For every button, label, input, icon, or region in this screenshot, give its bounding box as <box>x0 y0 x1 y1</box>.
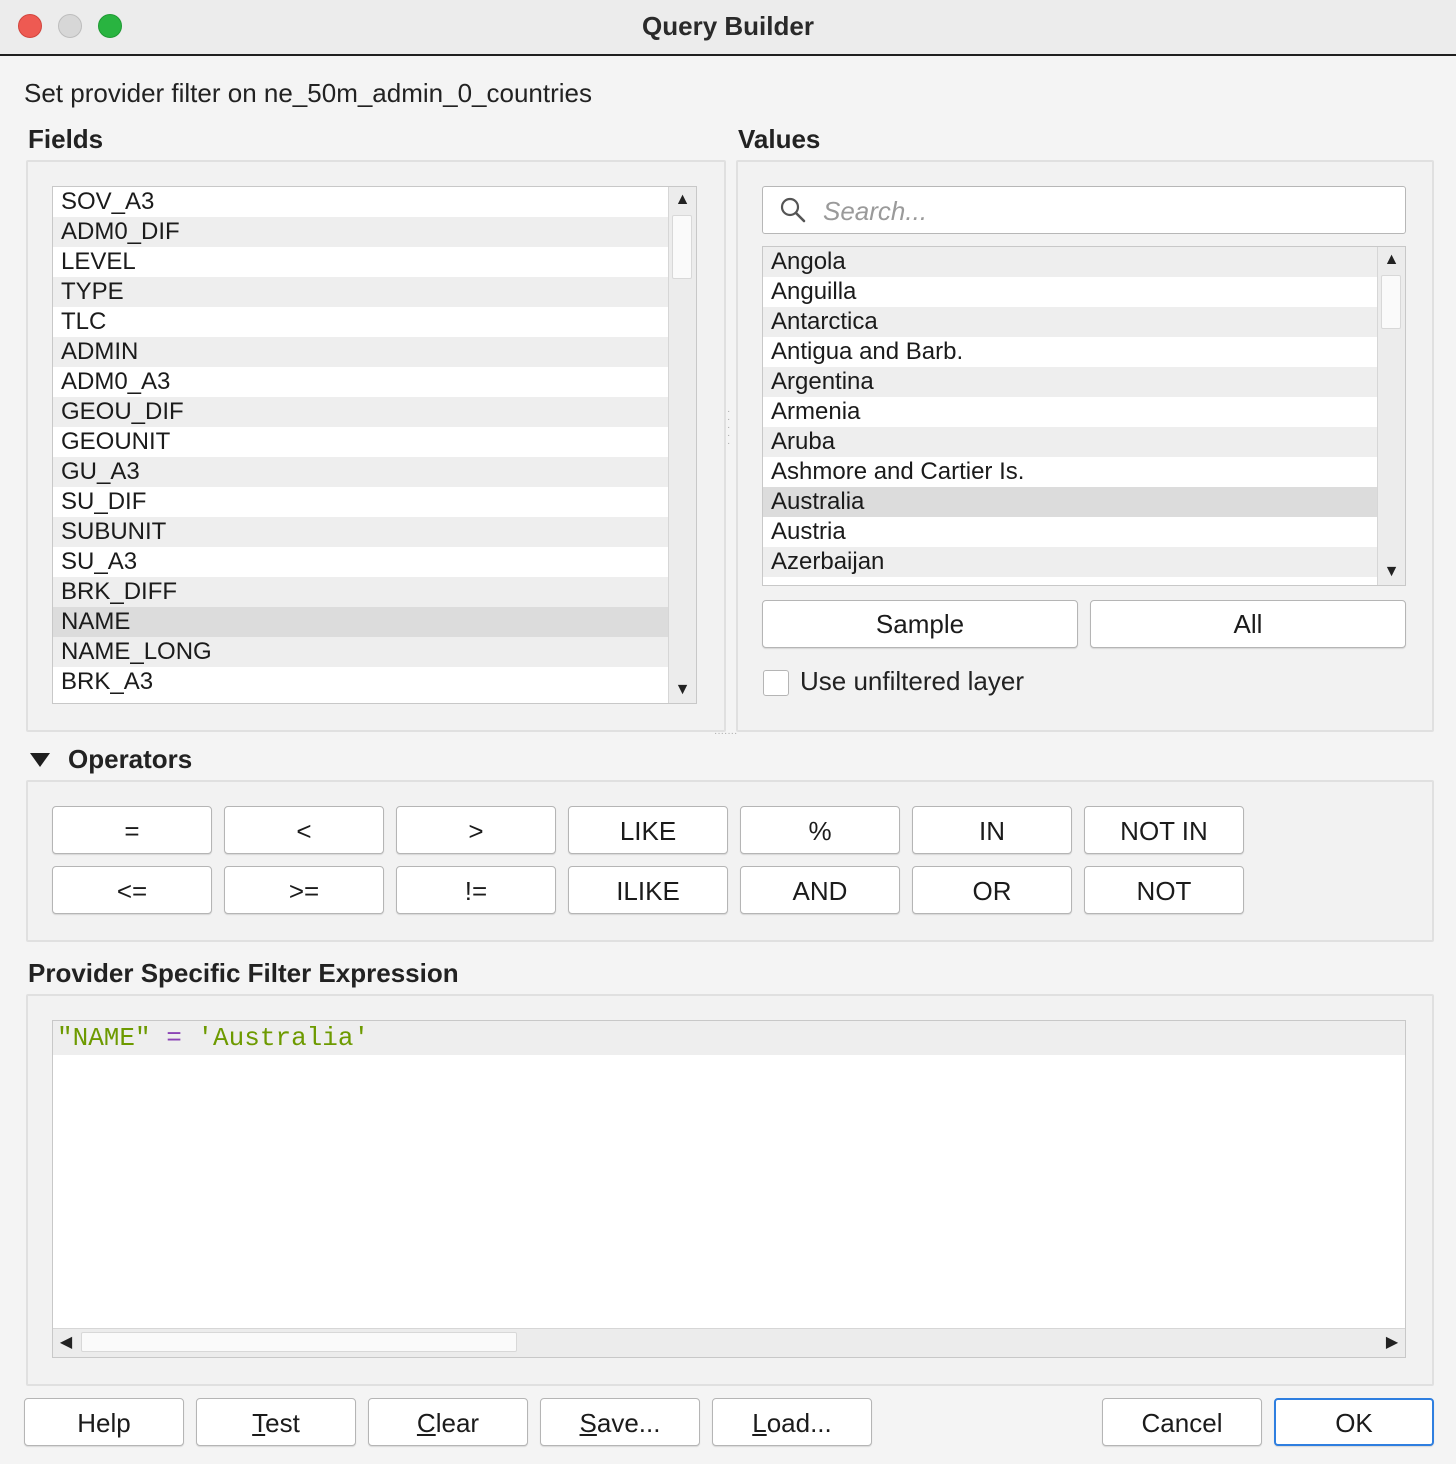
value-list-item[interactable]: Azerbaijan <box>763 547 1405 577</box>
value-list-item[interactable]: Argentina <box>763 367 1405 397</box>
splitter-grip-horizontal[interactable]: ······· <box>714 728 737 739</box>
operator-percent-button[interactable]: % <box>740 806 900 854</box>
operator-greater-than-button[interactable]: > <box>396 806 556 854</box>
scroll-up-icon[interactable]: ▲ <box>1378 247 1405 273</box>
load-label-mnemonic: L <box>752 1408 767 1438</box>
field-list-item[interactable]: LEVEL <box>53 247 696 277</box>
values-list[interactable]: Angola Anguilla Antarctica Antigua and Barb… <box>762 246 1406 586</box>
field-list-item[interactable]: SU_A3 <box>53 547 696 577</box>
clear-button[interactable]: Clear <box>368 1398 528 1446</box>
scroll-up-icon[interactable]: ▲ <box>669 187 696 213</box>
clear-label-post: lear <box>435 1408 480 1438</box>
value-list-item[interactable]: Australia <box>763 487 1405 517</box>
field-list-item[interactable]: NAME_LONG <box>53 637 696 667</box>
operator-in-button[interactable]: IN <box>912 806 1072 854</box>
expression-hscrollbar[interactable]: ◀ ▶ <box>53 1328 1405 1357</box>
operator-like-button[interactable]: LIKE <box>568 806 728 854</box>
field-list-item[interactable]: NAME <box>53 607 696 637</box>
operators-label: Operators <box>68 744 193 774</box>
load-button[interactable]: Load... <box>712 1398 872 1446</box>
expression-label: Provider Specific Filter Expression <box>28 958 459 988</box>
operators-group <box>26 780 1434 942</box>
operator-less-equal-button[interactable]: <= <box>52 866 212 914</box>
expression-scroll-thumb[interactable] <box>81 1332 517 1352</box>
help-button[interactable]: Help <box>24 1398 184 1446</box>
operator-ilike-button[interactable]: ILIKE <box>568 866 728 914</box>
cancel-button[interactable]: Cancel <box>1102 1398 1262 1446</box>
scroll-down-icon[interactable]: ▼ <box>669 677 696 703</box>
scroll-down-icon[interactable]: ▼ <box>1378 559 1405 585</box>
query-builder-window: Query Builder Set provider filter on ne_… <box>0 0 1456 1464</box>
values-scrollbar[interactable]: ▲ ▼ <box>1377 247 1405 585</box>
scroll-left-icon[interactable]: ◀ <box>53 1329 79 1357</box>
expression-operator-token: = <box>166 1023 182 1053</box>
field-list-item[interactable]: ADM0_DIF <box>53 217 696 247</box>
value-list-item[interactable]: Anguilla <box>763 277 1405 307</box>
window-title: Query Builder <box>642 11 814 41</box>
fields-scrollbar[interactable]: ▲ ▼ <box>668 187 696 703</box>
test-label-mnemonic: T <box>252 1408 266 1438</box>
field-list-item[interactable]: ADMIN <box>53 337 696 367</box>
fields-label: Fields <box>28 124 104 154</box>
all-button[interactable]: All <box>1090 600 1406 648</box>
operator-not-in-button[interactable]: NOT IN <box>1084 806 1244 854</box>
field-list-item[interactable]: SU_DIF <box>53 487 696 517</box>
splitter-grip-vertical[interactable]: · · · · · <box>727 407 735 449</box>
fields-scroll-thumb[interactable] <box>672 215 692 279</box>
value-list-item[interactable]: Armenia <box>763 397 1405 427</box>
field-list-item[interactable]: BRK_DIFF <box>53 577 696 607</box>
value-list-item[interactable]: Antarctica <box>763 307 1405 337</box>
title-bar: Query Builder <box>0 0 1456 56</box>
field-list-item[interactable]: SUBUNIT <box>53 517 696 547</box>
fields-items: SOV_A3 ADM0_DIF LEVEL TYPE TLC ADMIN ADM0_A3 GE… <box>53 187 696 697</box>
dialog-content: Set provider filter on ne_50m_admin_0_co… <box>0 56 1456 1464</box>
field-list-item[interactable]: GU_A3 <box>53 457 696 487</box>
operator-equals-button[interactable]: = <box>52 806 212 854</box>
field-list-item[interactable]: BRK_A3 <box>53 667 696 697</box>
test-label-post: est <box>265 1408 300 1438</box>
expression-field-token: "NAME" <box>57 1023 151 1053</box>
operator-and-button[interactable]: AND <box>740 866 900 914</box>
value-list-item[interactable]: Antigua and Barb. <box>763 337 1405 367</box>
value-list-item[interactable]: Angola <box>763 247 1405 277</box>
expression-line: "NAME" = 'Australia' <box>53 1021 1405 1055</box>
filter-expression-editor[interactable]: "NAME" = 'Australia' ◀ ▶ <box>52 1020 1406 1358</box>
use-unfiltered-layer-checkbox[interactable] <box>763 670 789 696</box>
ok-button[interactable]: OK <box>1274 1398 1434 1446</box>
field-list-item[interactable]: GEOUNIT <box>53 427 696 457</box>
operator-not-equal-button[interactable]: != <box>396 866 556 914</box>
field-list-item[interactable]: GEOU_DIF <box>53 397 696 427</box>
fields-list[interactable]: SOV_A3 ADM0_DIF LEVEL TYPE TLC ADMIN ADM0_A3 GE… <box>52 186 697 704</box>
values-search-input[interactable] <box>821 193 1385 229</box>
operator-or-button[interactable]: OR <box>912 866 1072 914</box>
collapse-triangle-icon[interactable] <box>28 750 52 770</box>
values-scroll-thumb[interactable] <box>1381 275 1401 329</box>
operator-not-button[interactable]: NOT <box>1084 866 1244 914</box>
value-list-item[interactable]: Austria <box>763 517 1405 547</box>
save-button[interactable]: Save... <box>540 1398 700 1446</box>
expression-value-token: 'Australia' <box>197 1023 370 1053</box>
operator-greater-equal-button[interactable]: >= <box>224 866 384 914</box>
field-list-item[interactable]: SOV_A3 <box>53 187 696 217</box>
operator-less-than-button[interactable]: < <box>224 806 384 854</box>
clear-label-mnemonic: C <box>416 1408 436 1438</box>
value-list-item[interactable]: Aruba <box>763 427 1405 457</box>
field-list-item[interactable]: TLC <box>53 307 696 337</box>
value-list-item[interactable]: Ashmore and Cartier Is. <box>763 457 1405 487</box>
scroll-right-icon[interactable]: ▶ <box>1379 1329 1405 1357</box>
load-label-post: oad... <box>766 1408 832 1438</box>
search-icon <box>780 197 806 223</box>
values-label: Values <box>738 124 821 154</box>
values-items: Angola Anguilla Antarctica Antigua and Barb… <box>763 247 1405 577</box>
values-search-box[interactable] <box>762 186 1406 234</box>
test-button[interactable]: Test <box>196 1398 356 1446</box>
use-unfiltered-layer-label: Use unfiltered layer <box>800 666 1024 696</box>
field-list-item[interactable]: ADM0_A3 <box>53 367 696 397</box>
save-label-mnemonic: S <box>579 1408 597 1438</box>
save-label-post: ave... <box>596 1408 661 1438</box>
field-list-item[interactable]: TYPE <box>53 277 696 307</box>
sample-button[interactable]: Sample <box>762 600 1078 648</box>
dialog-subtitle: Set provider filter on ne_50m_admin_0_co… <box>24 78 593 108</box>
